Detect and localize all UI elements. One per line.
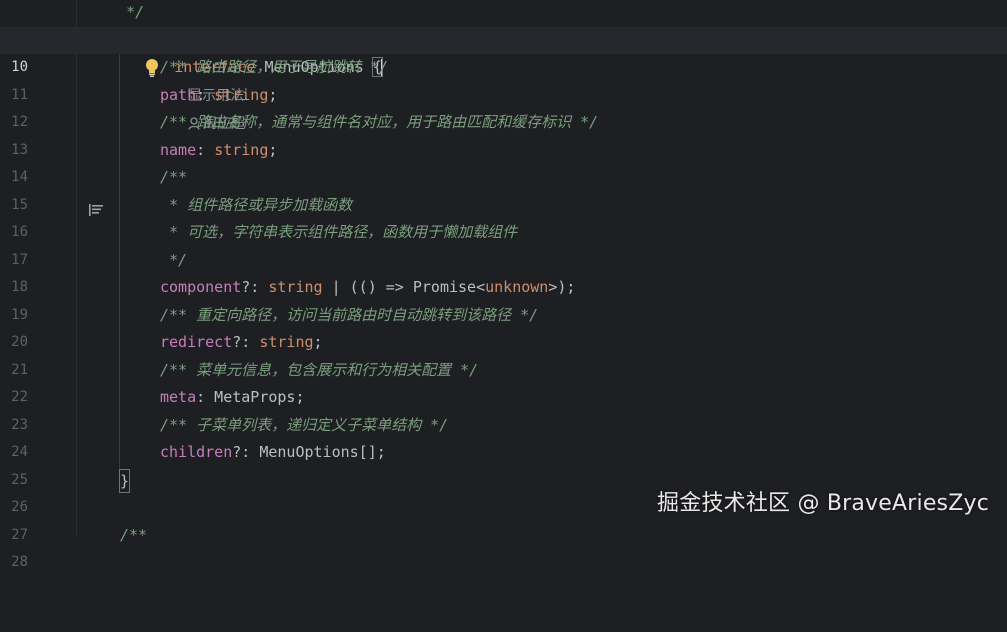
code-line-22[interactable]: 22 /** 菜单元信息，包含展示和行为相关配置 */ — [0, 357, 1007, 406]
comment-text: */ — [160, 250, 188, 269]
optional-colon: ?: — [232, 333, 260, 351]
type-name: string — [214, 85, 269, 104]
property-name: name — [160, 140, 197, 159]
code-line-24[interactable]: 24 /** 子菜单列表，递归定义子菜单结构 */ — [0, 412, 1007, 461]
code-line-20[interactable]: 20 /** 重定向路径，访问当前路由时自动跳转到该路径 */ — [0, 302, 1007, 351]
property-name: path — [160, 85, 197, 104]
property-name: redirect — [160, 333, 233, 351]
comment-text: /** 菜单元信息，包含展示和行为相关配置 */ — [160, 360, 479, 379]
code-line-11[interactable]: 11 /** 路由路径，用于导航跳转 */ — [0, 54, 1007, 103]
comment-text: * 组件路径或异步加载函数 — [160, 195, 353, 214]
lightbulb-icon[interactable] — [90, 31, 159, 77]
code-line-15[interactable]: 15 /** — [0, 164, 1007, 216]
code-line-25[interactable]: 25 children?: MenuOptions[]; — [0, 439, 1007, 488]
line-number: 28 — [11, 554, 28, 570]
close-brace: } — [118, 468, 131, 493]
comment-text: * 可选，字符串表示组件路径，函数用于懒加载组件 — [160, 223, 518, 241]
comment-text: /** 子菜单列表，递归定义子菜单结构 */ — [160, 415, 449, 434]
code-line-12[interactable]: 12 path: string; — [0, 82, 1007, 131]
code-line-17[interactable]: 17 * 可选，字符串表示组件路径，函数用于懒加载组件 — [0, 219, 1007, 268]
type-name: unknown — [485, 278, 549, 296]
colon: : — [196, 85, 215, 104]
type-annotation: ?: MenuOptions[]; — [232, 443, 386, 461]
code-line-16[interactable]: 16 * 组件路径或异步加载函数 — [0, 192, 1007, 241]
documentation-toggle-icon[interactable] — [34, 171, 104, 216]
code-line-9[interactable]: 9 */ — [0, 0, 1007, 48]
comment-text: /** 重定向路径，访问当前路由时自动跳转到该路径 */ — [160, 305, 539, 324]
code-line-21[interactable]: 21 redirect?: string; — [0, 329, 1007, 378]
optional-colon: ?: — [241, 278, 269, 296]
code-line-13[interactable]: 13 /** 路由名称，通常与组件名对应，用于路由匹配和缓存标识 */ — [0, 109, 1007, 158]
semicolon: ; — [268, 85, 278, 104]
colon: : — [196, 140, 215, 159]
comment-text: /** — [160, 168, 188, 186]
comment-text: /** — [120, 525, 148, 544]
semicolon: ; — [313, 333, 323, 351]
type-name: string — [259, 333, 314, 351]
code-line-23[interactable]: 23 meta: MetaProps; — [0, 384, 1007, 433]
union-part: | (() => Promise< — [322, 278, 486, 296]
code-line-10[interactable]: 10 interface MenuOptions { 显示用法 周应超 — [0, 26, 1007, 132]
type-name: string — [214, 140, 269, 159]
comment-text: /** 路由路径，用于导航跳转 */ — [160, 58, 389, 76]
type-name: string — [268, 278, 323, 296]
comment-text: /** 路由名称，通常与组件名对应，用于路由匹配和缓存标识 */ — [160, 113, 599, 131]
code-editor[interactable]: 9 */ 10 interface MenuOptions { 显示用法 周应超… — [0, 0, 1007, 570]
line-end: >); — [548, 278, 576, 296]
type-annotation: : MetaProps; — [196, 388, 305, 406]
code-line-18[interactable]: 18 */ — [0, 247, 1007, 296]
code-line-28[interactable]: 28 /** — [0, 522, 1007, 571]
semicolon: ; — [268, 140, 278, 159]
property-name: children — [160, 443, 233, 461]
property-name: meta — [160, 388, 197, 406]
property-name: component — [160, 278, 242, 296]
watermark: 掘金技术社区 @ BraveAriesZyc — [657, 491, 989, 516]
comment-text: */ — [90, 3, 145, 21]
code-line-14[interactable]: 14 name: string; — [0, 137, 1007, 186]
code-line-19[interactable]: 19 component?: string | (() => Promise<u… — [0, 274, 1007, 323]
